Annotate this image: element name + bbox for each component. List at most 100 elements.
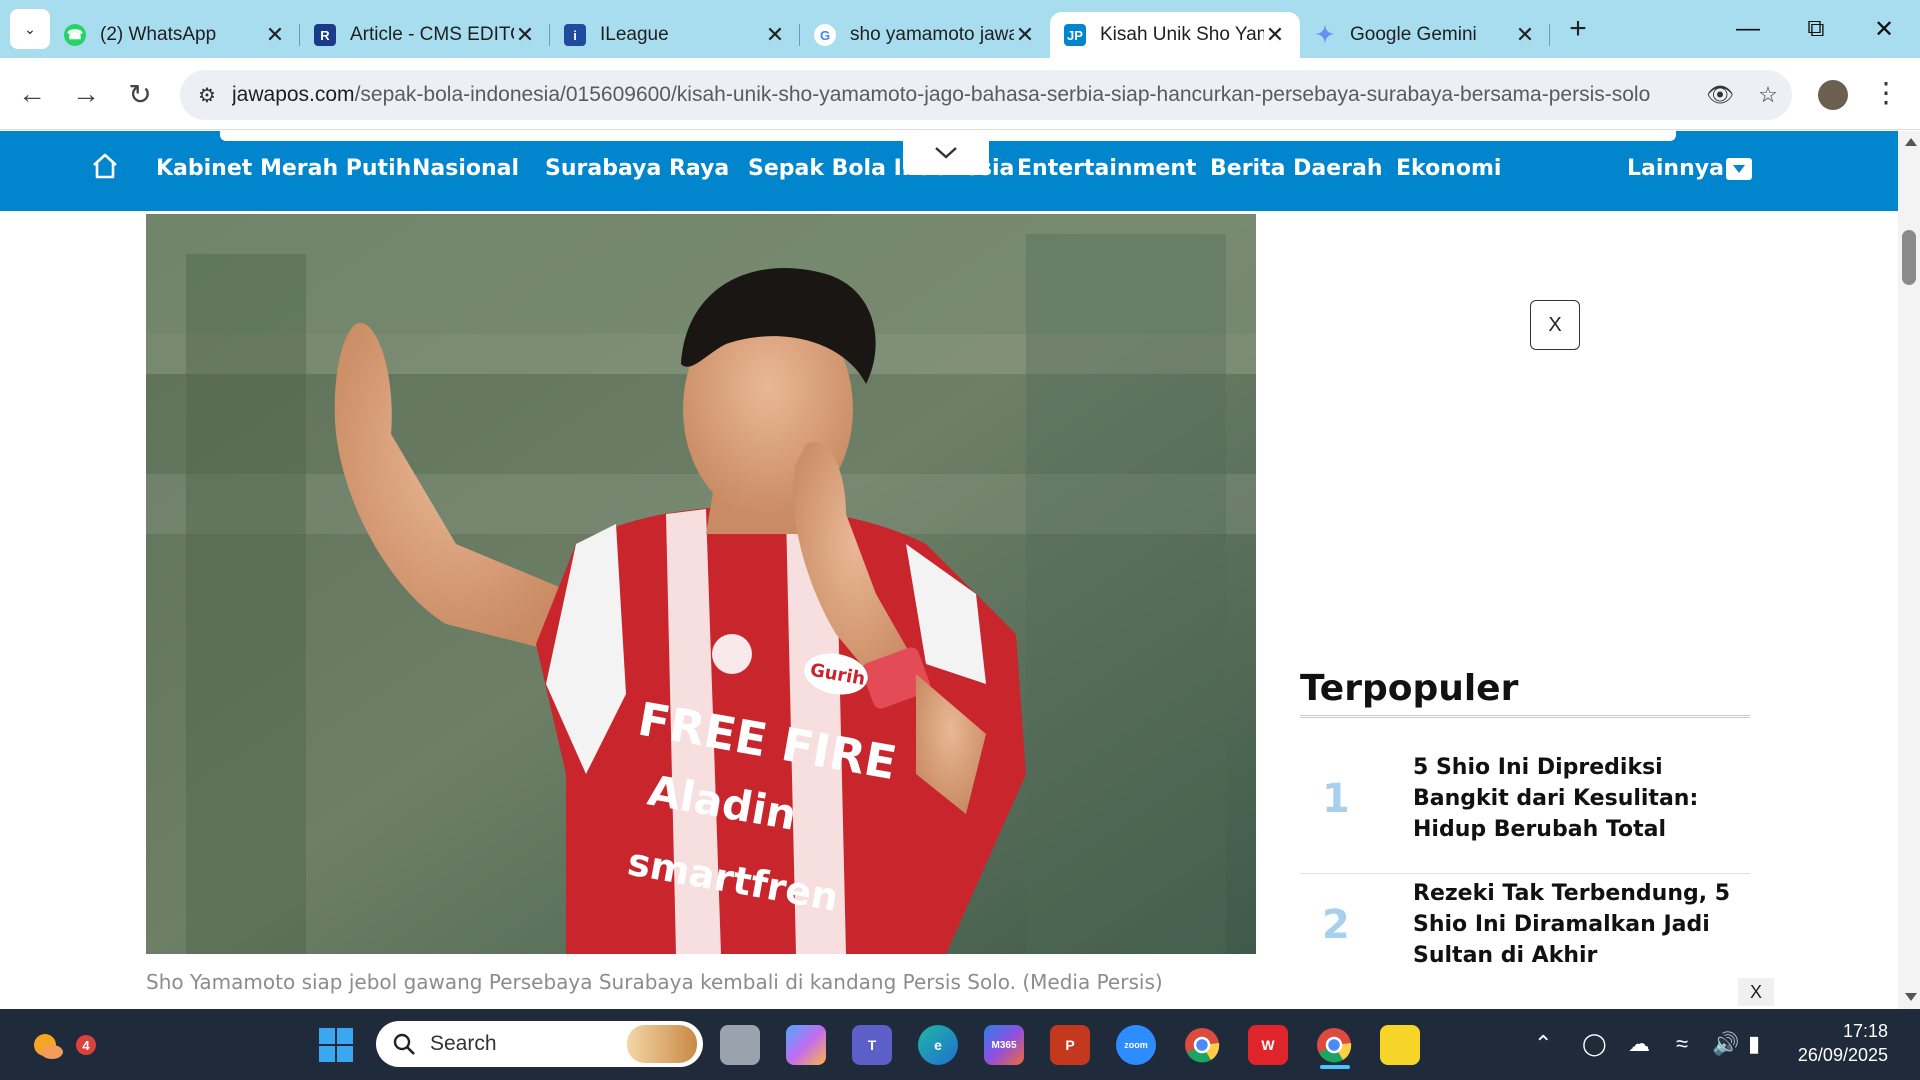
chevron-up-icon[interactable]: ⌃ bbox=[1534, 1031, 1552, 1057]
bookmark-star-icon[interactable]: ☆ bbox=[1744, 82, 1792, 108]
article-hero-image: FREE FIRE Aladin smartfren Gurih bbox=[146, 214, 1256, 954]
tab-jawapos-active[interactable]: JP Kisah Unik Sho Yamamoto ✕ bbox=[1050, 12, 1300, 58]
profile-avatar[interactable] bbox=[1818, 80, 1848, 110]
chrome-icon[interactable] bbox=[1182, 1025, 1222, 1065]
microsoft-365-icon[interactable]: M365 bbox=[984, 1025, 1024, 1065]
sync-icon[interactable]: ◯ bbox=[1582, 1031, 1607, 1057]
scroll-down-icon[interactable] bbox=[1905, 993, 1917, 1001]
chrome-logo bbox=[1185, 1028, 1220, 1063]
nav-item-lainnya[interactable]: Lainnya bbox=[1627, 156, 1724, 181]
taskbar-search[interactable]: Search bbox=[376, 1021, 703, 1067]
chevron-down-icon bbox=[935, 147, 957, 159]
new-tab-button[interactable]: + bbox=[1558, 12, 1598, 46]
cloud-icon[interactable]: ☁ bbox=[1628, 1031, 1650, 1057]
minimize-button[interactable]: — bbox=[1714, 0, 1782, 58]
battery-icon[interactable]: ▮ bbox=[1748, 1031, 1760, 1057]
home-icon[interactable] bbox=[90, 151, 120, 181]
scrollbar-thumb[interactable] bbox=[1902, 230, 1916, 285]
nav-item-entertainment[interactable]: Entertainment bbox=[1017, 156, 1197, 181]
tab-title: ILeague bbox=[600, 24, 669, 45]
tab-gemini[interactable]: ✦ Google Gemini ✕ bbox=[1300, 12, 1550, 58]
clock-time[interactable]: 17:18 bbox=[1796, 1021, 1888, 1042]
back-button[interactable]: ← bbox=[14, 76, 50, 112]
popular-headline[interactable]: Rezeki Tak Terbendung, 5 Shio Ini Dirama… bbox=[1413, 878, 1733, 971]
sticky-ad-close-button[interactable]: X bbox=[1738, 978, 1774, 1006]
more-menu-icon[interactable]: ⋮ bbox=[1872, 76, 1900, 109]
tab-title: Article - CMS EDITOR bbox=[350, 24, 514, 45]
volume-icon[interactable]: 🔊 bbox=[1712, 1031, 1739, 1057]
task-view-icon[interactable] bbox=[720, 1025, 760, 1065]
copilot-icon[interactable] bbox=[786, 1025, 826, 1065]
popular-rank: 1 bbox=[1322, 776, 1350, 822]
edge-icon[interactable]: e bbox=[918, 1025, 958, 1065]
url-domain: jawapos.com bbox=[232, 83, 355, 106]
popular-headline[interactable]: 5 Shio Ini Diprediksi Bangkit dari Kesul… bbox=[1413, 752, 1733, 845]
clock-date[interactable]: 26/09/2025 bbox=[1790, 1045, 1888, 1066]
search-icon bbox=[393, 1033, 415, 1055]
close-icon[interactable]: ✕ bbox=[264, 22, 286, 48]
powerpoint-icon[interactable]: P bbox=[1050, 1025, 1090, 1065]
scroll-up-icon[interactable] bbox=[1905, 138, 1917, 146]
zoom-icon[interactable]: zoom bbox=[1116, 1025, 1156, 1065]
nav-item-kabinet[interactable]: Kabinet Merah Putih bbox=[156, 156, 411, 181]
restore-button[interactable]: ⧉ bbox=[1782, 0, 1850, 58]
whatsapp-icon: ☎ bbox=[64, 24, 86, 46]
arrow-right-icon: → bbox=[72, 78, 100, 109]
ileague-icon: i bbox=[564, 24, 586, 46]
restore-icon: ⧉ bbox=[1807, 15, 1825, 42]
google-icon: G bbox=[814, 24, 836, 46]
chevron-down-icon: ⌄ bbox=[24, 20, 36, 37]
tab-whatsapp[interactable]: ☎ (2) WhatsApp ✕ bbox=[50, 12, 300, 58]
wifi-icon[interactable]: ≈ bbox=[1676, 1031, 1688, 1057]
forward-button[interactable]: → bbox=[68, 76, 104, 112]
active-app-indicator bbox=[1320, 1065, 1350, 1069]
chrome-profile-icon[interactable] bbox=[1314, 1025, 1354, 1065]
weather-widget[interactable]: 4 bbox=[28, 1025, 96, 1065]
close-icon[interactable]: ✕ bbox=[764, 22, 786, 48]
address-bar[interactable]: ⚙ jawapos.com/sepak-bola-indonesia/01560… bbox=[180, 70, 1792, 120]
start-button[interactable] bbox=[316, 1025, 356, 1065]
windows-logo-icon bbox=[319, 1028, 353, 1062]
popular-rank: 2 bbox=[1322, 902, 1350, 948]
plus-icon: + bbox=[1569, 12, 1587, 45]
site-info-icon[interactable]: ⚙ bbox=[198, 83, 232, 108]
search-highlight-image bbox=[627, 1025, 697, 1063]
windows-taskbar: 4 Search T e M365 P zoom W ⌃ ◯ ☁ ≈ 🔊 ▮ 1… bbox=[0, 1009, 1920, 1080]
jawapos-icon: JP bbox=[1064, 24, 1086, 46]
nav-item-nasional[interactable]: Nasional bbox=[412, 156, 519, 181]
gemini-icon: ✦ bbox=[1315, 22, 1335, 47]
section-divider bbox=[1300, 715, 1750, 718]
tab-title: Google Gemini bbox=[1350, 24, 1477, 45]
popular-item[interactable]: 1 5 Shio Ini Diprediksi Bangkit dari Kes… bbox=[1300, 752, 1750, 874]
close-icon[interactable]: ✕ bbox=[1014, 22, 1036, 48]
arrow-left-icon: ← bbox=[18, 78, 46, 109]
close-icon[interactable]: ✕ bbox=[514, 22, 536, 48]
close-icon[interactable]: ✕ bbox=[1514, 22, 1536, 48]
teams-icon[interactable]: T bbox=[852, 1025, 892, 1065]
tab-search-button[interactable]: ⌄ bbox=[10, 9, 50, 49]
popular-item[interactable]: 2 Rezeki Tak Terbendung, 5 Shio Ini Dira… bbox=[1300, 878, 1750, 1000]
chrome-active-logo bbox=[1317, 1028, 1352, 1063]
sticky-notes-icon[interactable] bbox=[1380, 1025, 1420, 1065]
tab-cms-editor[interactable]: R Article - CMS EDITOR ✕ bbox=[300, 12, 550, 58]
wps-office-icon[interactable]: W bbox=[1248, 1025, 1288, 1065]
weather-sun-cloud-icon bbox=[34, 1034, 63, 1059]
eye-off-icon[interactable]: 👁 bbox=[1696, 82, 1744, 108]
reload-icon: ↻ bbox=[128, 78, 152, 110]
nav-item-surabaya-raya[interactable]: Surabaya Raya bbox=[545, 156, 729, 181]
nav-item-ekonomi[interactable]: Ekonomi bbox=[1396, 156, 1501, 181]
caret-down-icon[interactable] bbox=[1726, 158, 1752, 180]
reload-button[interactable]: ↻ bbox=[122, 76, 158, 112]
ad-close-button[interactable]: X bbox=[1530, 300, 1580, 350]
player-photo: FREE FIRE Aladin smartfren Gurih bbox=[146, 214, 1256, 954]
nav-collapse-toggle[interactable] bbox=[903, 131, 989, 175]
close-icon: ✕ bbox=[1873, 15, 1895, 43]
url-text[interactable]: jawapos.com/sepak-bola-indonesia/0156096… bbox=[232, 83, 1696, 107]
browser-toolbar: ← → ↻ ⚙ jawapos.com/sepak-bola-indonesia… bbox=[0, 58, 1920, 130]
tab-google-search[interactable]: G sho yamamoto jawapos ✕ bbox=[800, 12, 1050, 58]
tab-ileague[interactable]: i ILeague ✕ bbox=[550, 12, 800, 58]
close-window-button[interactable]: ✕ bbox=[1850, 0, 1918, 58]
browser-tab-bar: ⌄ ☎ (2) WhatsApp ✕ R Article - CMS EDITO… bbox=[0, 0, 1920, 58]
close-icon[interactable]: ✕ bbox=[1264, 22, 1286, 48]
nav-item-berita-daerah[interactable]: Berita Daerah bbox=[1210, 156, 1383, 181]
